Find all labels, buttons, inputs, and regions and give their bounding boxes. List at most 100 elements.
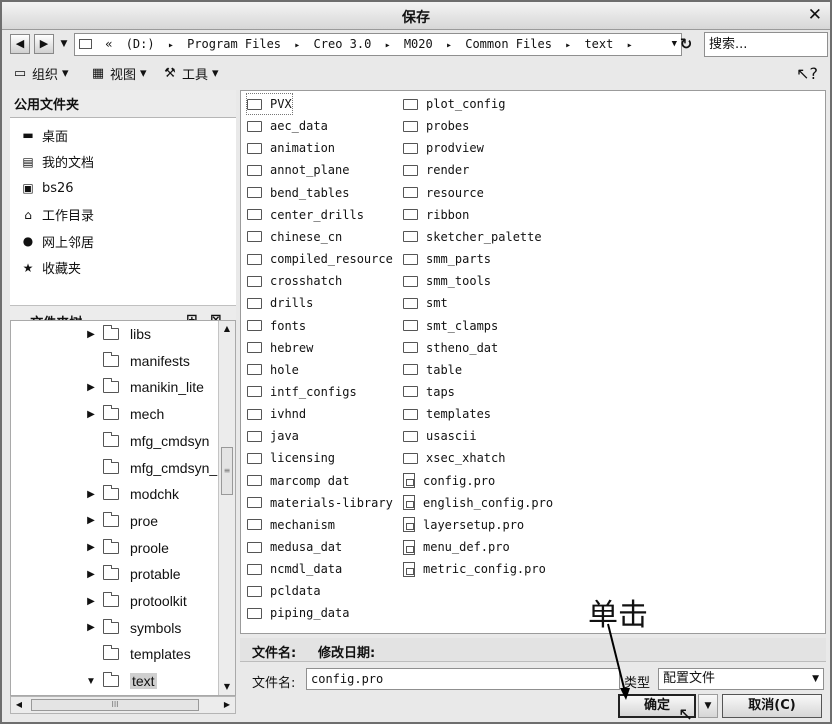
scroll-up-icon[interactable]: ▲ bbox=[219, 321, 235, 337]
breadcrumb-segment[interactable]: Creo 3.0 bbox=[314, 37, 372, 51]
folder-item[interactable]: annot_plane bbox=[247, 160, 349, 180]
type-select[interactable]: 配置文件 ▼ bbox=[658, 668, 824, 690]
file-item[interactable]: english_config.pro bbox=[403, 493, 553, 513]
modified-column-header[interactable]: 修改日期: bbox=[318, 642, 375, 661]
breadcrumb-segment[interactable]: (D:) bbox=[126, 37, 155, 51]
file-item[interactable]: layersetup.pro bbox=[403, 515, 524, 535]
folder-item[interactable]: chinese_cn bbox=[247, 227, 342, 247]
search-input[interactable]: 搜索... bbox=[704, 32, 828, 57]
folder-item[interactable]: table bbox=[403, 360, 462, 380]
breadcrumb-separator-icon[interactable]: ▸ bbox=[385, 40, 391, 51]
filename-input[interactable]: config.pro bbox=[306, 668, 620, 690]
breadcrumb-segment[interactable]: text bbox=[584, 37, 613, 51]
breadcrumb-separator-icon[interactable]: ▸ bbox=[565, 40, 571, 51]
folder-item[interactable]: materials-library bbox=[247, 493, 393, 513]
folder-item[interactable]: hebrew bbox=[247, 338, 313, 358]
folder-item[interactable]: ribbon bbox=[403, 205, 469, 225]
folder-item[interactable]: render bbox=[403, 160, 469, 180]
breadcrumb-segment[interactable]: Program Files bbox=[187, 37, 281, 51]
folder-item[interactable]: fonts bbox=[247, 316, 306, 336]
tools-menu[interactable]: ⚒ 工具 ▾ bbox=[162, 64, 218, 84]
folder-item[interactable]: usascii bbox=[403, 426, 477, 446]
tree-horizontal-scrollbar[interactable]: ◀ III ▶ bbox=[10, 696, 236, 714]
folder-item[interactable]: templates bbox=[403, 404, 491, 424]
folder-item[interactable]: drills bbox=[247, 293, 313, 313]
expand-icon[interactable]: ▶ bbox=[85, 489, 97, 500]
folder-item[interactable]: licensing bbox=[247, 448, 335, 468]
breadcrumb-separator-icon[interactable]: ▸ bbox=[627, 40, 633, 51]
file-item[interactable]: metric_config.pro bbox=[403, 559, 546, 579]
folder-item[interactable]: pcldata bbox=[247, 581, 321, 601]
folder-item[interactable]: intf_configs bbox=[247, 382, 357, 402]
breadcrumb-segment[interactable]: Common Files bbox=[465, 37, 552, 51]
folder-item[interactable]: plot_config bbox=[403, 94, 505, 114]
favorite-working-directory[interactable]: ⌂ 工作目录 bbox=[10, 202, 236, 229]
horizontal-scroll-thumb[interactable]: III bbox=[31, 699, 199, 711]
path-prefix-icon[interactable]: « bbox=[105, 37, 112, 51]
ok-options-dropdown[interactable]: ▼ bbox=[698, 694, 718, 718]
breadcrumb-separator-icon[interactable]: ▸ bbox=[168, 40, 174, 51]
favorite-favorites[interactable]: ★ 收藏夹 bbox=[10, 255, 236, 282]
folder-item[interactable]: xsec_xhatch bbox=[403, 448, 505, 468]
recent-locations-icon[interactable]: ▼ bbox=[58, 34, 70, 54]
organize-menu[interactable]: ▭ 组织 ▾ bbox=[12, 64, 69, 84]
scroll-left-icon[interactable]: ◀ bbox=[11, 697, 27, 713]
folder-item[interactable]: mechanism bbox=[247, 515, 335, 535]
expand-icon[interactable]: ▶ bbox=[85, 329, 97, 340]
expand-icon[interactable]: ▶ bbox=[85, 515, 97, 526]
folder-item[interactable]: prodview bbox=[403, 138, 484, 158]
folder-item[interactable]: piping_data bbox=[247, 603, 349, 623]
expand-icon[interactable]: ▶ bbox=[85, 542, 97, 553]
scroll-right-icon[interactable]: ▶ bbox=[219, 697, 235, 713]
folder-item[interactable]: center_drills bbox=[247, 205, 364, 225]
folder-item[interactable]: probes bbox=[403, 116, 469, 136]
back-button[interactable]: ◀ bbox=[10, 34, 30, 54]
view-menu[interactable]: ▦ 视图 ▾ bbox=[90, 64, 147, 84]
folder-item[interactable]: medusa_dat bbox=[247, 537, 342, 557]
folder-item[interactable]: smt bbox=[403, 293, 448, 313]
folder-item[interactable]: animation bbox=[247, 138, 335, 158]
refresh-icon[interactable]: ↻ bbox=[674, 34, 698, 54]
breadcrumb-segment[interactable]: M020 bbox=[404, 37, 433, 51]
folder-item[interactable]: stheno_dat bbox=[403, 338, 498, 358]
folder-item[interactable]: marcomp dat bbox=[247, 471, 349, 491]
favorite-my-documents[interactable]: ▤ 我的文档 bbox=[10, 149, 236, 176]
file-item[interactable]: config.pro bbox=[403, 471, 495, 491]
folder-item[interactable]: ivhnd bbox=[247, 404, 306, 424]
folder-item[interactable]: crosshatch bbox=[247, 271, 342, 291]
breadcrumb-separator-icon[interactable]: ▸ bbox=[446, 40, 452, 51]
expand-icon[interactable]: ▶ bbox=[85, 596, 97, 607]
folder-item[interactable]: compiled_resource bbox=[247, 249, 393, 269]
folder-tree[interactable]: ▶ libs manifests ▶ manikin_lite ▶ mech m… bbox=[10, 320, 236, 696]
cancel-button[interactable]: 取消(C) bbox=[722, 694, 822, 718]
expand-icon[interactable]: ▶ bbox=[85, 622, 97, 633]
expand-icon[interactable]: ▶ bbox=[85, 382, 97, 393]
folder-item[interactable]: bend_tables bbox=[247, 183, 349, 203]
breadcrumb-separator-icon[interactable]: ▸ bbox=[294, 40, 300, 51]
expand-icon[interactable]: ▶ bbox=[85, 409, 97, 420]
file-list[interactable]: PVX aec_data animation annot_plane bend_tabl… bbox=[240, 90, 826, 634]
collapse-icon[interactable]: ▼ bbox=[85, 676, 97, 687]
folder-item[interactable]: aec_data bbox=[247, 116, 328, 136]
close-icon[interactable]: ✕ bbox=[808, 5, 822, 25]
name-column-header[interactable]: 文件名: bbox=[252, 642, 296, 661]
scroll-down-icon[interactable]: ▼ bbox=[219, 679, 235, 695]
file-item[interactable]: menu_def.pro bbox=[403, 537, 510, 557]
folder-item[interactable]: resource bbox=[403, 183, 484, 203]
folder-item[interactable]: smm_parts bbox=[403, 249, 491, 269]
folder-item[interactable]: hole bbox=[247, 360, 299, 380]
favorite-bs26[interactable]: ▣ bs26 bbox=[10, 175, 236, 202]
folder-item[interactable]: PVX bbox=[246, 93, 293, 115]
folder-item[interactable]: smt_clamps bbox=[403, 316, 498, 336]
context-help-icon[interactable]: ↖? bbox=[796, 64, 818, 83]
favorite-network[interactable]: ● 网上邻居 bbox=[10, 228, 236, 255]
path-breadcrumb[interactable]: « (D:) ▸ Program Files ▸ Creo 3.0 ▸ M020… bbox=[74, 33, 682, 56]
folder-item[interactable]: taps bbox=[403, 382, 455, 402]
folder-item[interactable]: smm_tools bbox=[403, 271, 491, 291]
folder-item[interactable]: sketcher_palette bbox=[403, 227, 542, 247]
tree-vertical-scrollbar[interactable]: ▲ ≡ ▼ bbox=[218, 321, 235, 695]
expand-icon[interactable]: ▶ bbox=[85, 569, 97, 580]
forward-button[interactable]: ▶ bbox=[34, 34, 54, 54]
folder-item[interactable]: java bbox=[247, 426, 299, 446]
favorite-desktop[interactable]: ▬ 桌面 bbox=[10, 122, 236, 149]
